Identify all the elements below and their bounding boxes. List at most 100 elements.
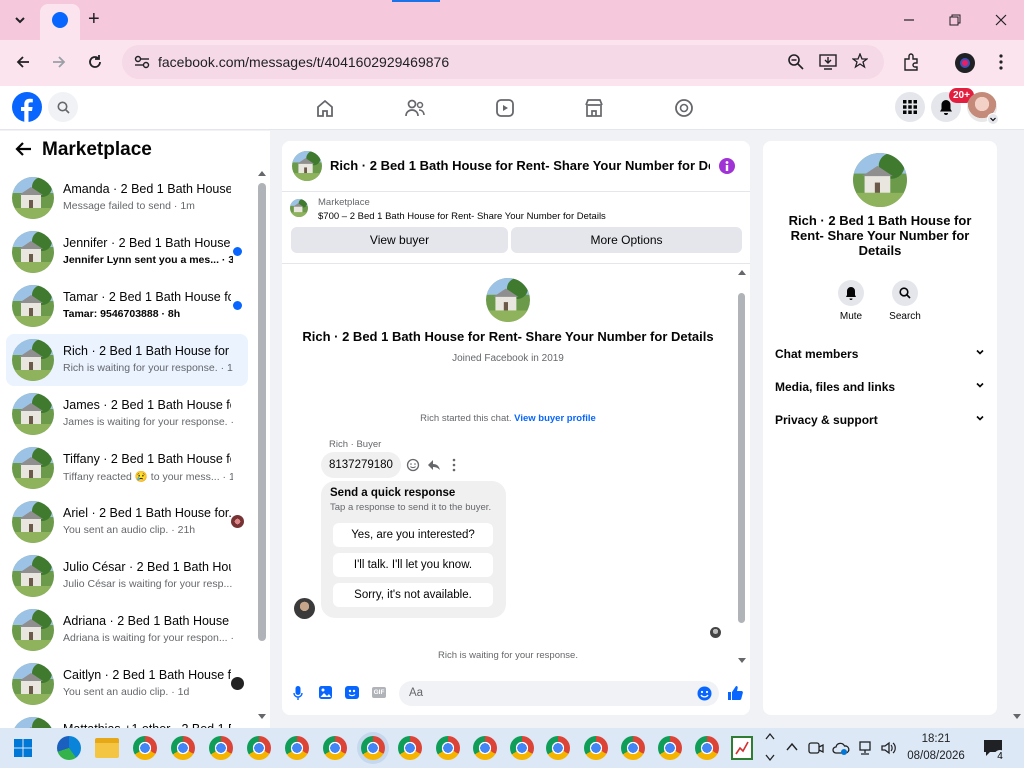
conversation-item[interactable]: Caitlyn · 2 Bed 1 Bath House f... You sen… <box>6 658 248 710</box>
facebook-search-icon[interactable] <box>48 92 78 122</box>
marketplace-icon[interactable] <box>576 90 612 126</box>
menu-grid-icon[interactable] <box>895 92 925 122</box>
chrome-taskbar-icon[interactable] <box>436 736 460 760</box>
photo-icon[interactable] <box>319 686 332 699</box>
url-text[interactable]: facebook.com/messages/t/4041602929469876 <box>158 54 449 70</box>
page-scroll-down-icon[interactable] <box>1013 714 1021 720</box>
conversation-item[interactable]: Tamar · 2 Bed 1 Bath House fo... Tamar: 9… <box>6 280 248 332</box>
info-icon[interactable] <box>719 158 735 174</box>
message-more-icon[interactable] <box>452 458 456 472</box>
quick-response-talks-button[interactable]: I'll talk. I'll let you know. <box>333 553 493 577</box>
scroll-up-arrow-icon[interactable] <box>258 170 266 176</box>
chrome-taskbar-icon[interactable] <box>621 736 645 760</box>
chat-scrollbar[interactable] <box>738 293 745 623</box>
chat-members-section[interactable]: Chat members <box>775 347 985 361</box>
listing-description[interactable]: $700 – 2 Bed 1 Bath House for Rent- Shar… <box>318 211 606 222</box>
meet-now-icon[interactable] <box>808 740 824 756</box>
edge-taskbar-icon[interactable] <box>57 736 81 760</box>
chrome-taskbar-icon[interactable] <box>510 736 534 760</box>
file-explorer-taskbar-icon[interactable] <box>95 738 119 758</box>
sticker-icon[interactable] <box>345 686 359 699</box>
gaming-icon[interactable] <box>666 90 702 126</box>
install-app-icon[interactable] <box>819 54 837 70</box>
conversation-item[interactable]: Julio César · 2 Bed 1 Bath House... Julio… <box>6 550 248 602</box>
home-icon[interactable] <box>307 90 343 126</box>
chrome-taskbar-icon[interactable] <box>285 736 309 760</box>
windows-start-icon[interactable] <box>14 739 32 757</box>
chrome-taskbar-icon[interactable] <box>133 736 157 760</box>
view-buyer-button[interactable]: View buyer <box>291 227 508 253</box>
profile-avatar-icon[interactable] <box>955 53 975 73</box>
new-tab-button[interactable]: + <box>88 8 100 31</box>
conversation-item[interactable]: Ariel · 2 Bed 1 Bath House for... You sen… <box>6 496 248 548</box>
back-icon[interactable] <box>9 48 37 76</box>
chrome-taskbar-icon[interactable] <box>473 736 497 760</box>
message-bubble[interactable]: 8137279180 <box>321 452 401 478</box>
view-buyer-profile-link[interactable]: View buyer profile <box>514 413 596 424</box>
microphone-icon[interactable] <box>293 686 303 700</box>
chat-header-thumbnail[interactable] <box>292 151 322 181</box>
search-label[interactable]: Search <box>879 311 931 322</box>
chrome-taskbar-icon[interactable] <box>546 736 570 760</box>
privacy-support-section[interactable]: Privacy & support <box>775 413 985 427</box>
friends-icon[interactable] <box>397 90 433 126</box>
mute-bell-icon[interactable] <box>838 280 864 306</box>
tab-search-chevron-icon[interactable] <box>6 6 34 34</box>
chrome-taskbar-icon[interactable] <box>695 736 719 760</box>
video-icon[interactable] <box>487 90 523 126</box>
info-avatar[interactable] <box>853 153 907 207</box>
chrome-taskbar-icon[interactable] <box>398 736 422 760</box>
chrome-taskbar-icon[interactable] <box>361 736 385 760</box>
taskbar-time[interactable]: 18:21 <box>905 733 967 745</box>
chrome-taskbar-icon[interactable] <box>658 736 682 760</box>
account-chevron-icon[interactable] <box>987 113 999 125</box>
sender-avatar[interactable] <box>294 598 315 619</box>
conversation-item[interactable]: Mattathias +1 other · 2 Bed 1 Ba... <box>6 712 248 728</box>
mute-label[interactable]: Mute <box>825 311 877 322</box>
chat-title[interactable]: Rich · 2 Bed 1 Bath House for Rent- Shar… <box>330 158 710 173</box>
search-icon[interactable] <box>892 280 918 306</box>
sidebar-scrollbar[interactable] <box>258 183 266 641</box>
chrome-taskbar-icon[interactable] <box>247 736 271 760</box>
conversation-item[interactable]: Rich · 2 Bed 1 Bath House for R... Rich i… <box>6 334 248 386</box>
taskbar-date[interactable]: 08/08/2026 <box>905 750 967 762</box>
chrome-taskbar-icon[interactable] <box>209 736 233 760</box>
site-settings-icon[interactable] <box>134 55 150 69</box>
chrome-taskbar-icon[interactable] <box>171 736 195 760</box>
scroll-down-arrow-icon[interactable] <box>258 714 266 720</box>
active-tab[interactable] <box>40 4 80 40</box>
zoom-icon[interactable] <box>788 54 804 70</box>
conversation-item[interactable]: Jennifer · 2 Bed 1 Bath House ... Jennife… <box>6 226 248 278</box>
onedrive-icon[interactable] <box>832 740 850 756</box>
volume-icon[interactable] <box>880 740 898 756</box>
address-bar[interactable]: facebook.com/messages/t/4041602929469876 <box>122 45 884 79</box>
reply-icon[interactable] <box>427 458 441 472</box>
minimize-icon[interactable] <box>895 6 923 34</box>
browser-menu-icon[interactable] <box>987 48 1015 76</box>
facebook-logo-icon[interactable] <box>12 92 42 122</box>
chrome-taskbar-icon[interactable] <box>584 736 608 760</box>
chat-scroll-up-icon[interactable] <box>738 269 746 275</box>
extensions-icon[interactable] <box>897 48 925 76</box>
taskbar-overflow-down-icon[interactable] <box>765 754 775 762</box>
chrome-taskbar-icon[interactable] <box>323 736 347 760</box>
quick-response-unavailable-button[interactable]: Sorry, it's not available. <box>333 583 493 607</box>
bookmark-star-icon[interactable] <box>852 53 868 69</box>
buyer-profile-avatar[interactable] <box>486 278 530 322</box>
taskbar-overflow-up-icon[interactable] <box>765 732 775 740</box>
conversation-item[interactable]: Adriana · 2 Bed 1 Bath House fo... Adrian… <box>6 604 248 656</box>
media-files-section[interactable]: Media, files and links <box>775 380 985 394</box>
message-input[interactable]: Aa <box>399 681 719 706</box>
close-window-icon[interactable] <box>987 6 1015 34</box>
thumbs-up-icon[interactable] <box>727 685 743 701</box>
emoji-icon[interactable] <box>697 686 712 701</box>
quick-response-yes-button[interactable]: Yes, are you interested? <box>333 523 493 547</box>
gif-icon[interactable]: GIF <box>372 687 386 698</box>
reload-icon[interactable] <box>81 48 109 76</box>
more-options-button[interactable]: More Options <box>511 227 742 253</box>
tray-chevron-icon[interactable] <box>786 742 798 752</box>
conversation-item[interactable]: James · 2 Bed 1 Bath House for ... James … <box>6 388 248 440</box>
restore-icon[interactable] <box>941 6 969 34</box>
react-icon[interactable] <box>406 458 420 472</box>
back-arrow-icon[interactable] <box>14 141 32 157</box>
